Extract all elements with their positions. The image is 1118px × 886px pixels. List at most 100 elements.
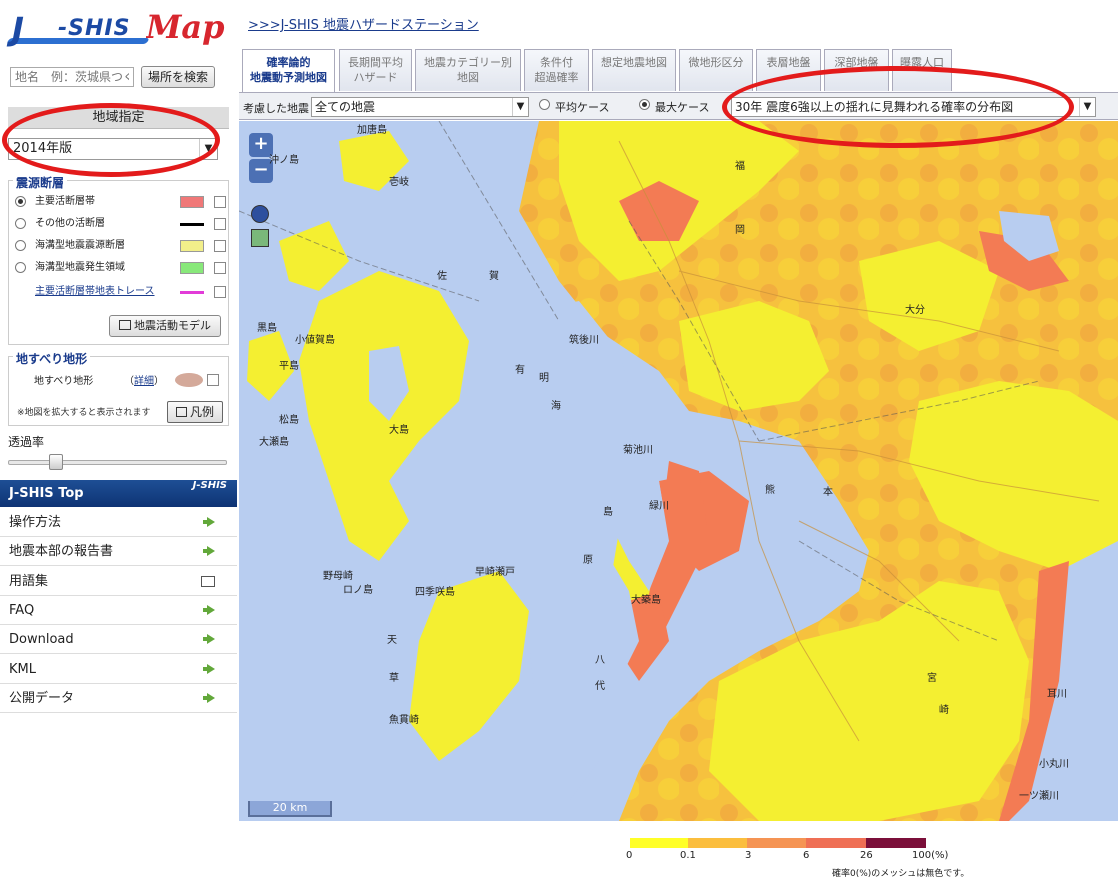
tab-label-line1: 表層地盤 — [766, 56, 811, 69]
detail-close-paren: ） — [154, 376, 164, 387]
map-place-label: 本 — [823, 487, 833, 498]
fault-swatch — [180, 223, 204, 226]
tab[interactable]: 表層地盤 — [756, 49, 821, 91]
tab-label-line2: 超過確率 — [534, 71, 579, 84]
fault-swatch — [180, 196, 204, 208]
tab[interactable]: 深部地盤 — [824, 49, 889, 91]
landslide-note: ※地図を拡大すると表示されます — [17, 408, 151, 418]
fault-radio[interactable] — [15, 218, 26, 229]
tab-label-line2: ハザード — [353, 71, 398, 84]
fault-radio[interactable] — [15, 262, 26, 273]
tab-label-line1: 確率論的 — [266, 56, 311, 69]
menu-item[interactable]: 公開データ — [0, 684, 237, 713]
fault-label[interactable]: 主要活断層帯地表トレース — [35, 283, 155, 301]
max-case-radio[interactable] — [639, 99, 650, 110]
jshis-map-logo[interactable]: J -SHIS Map — [6, 8, 232, 50]
version-select[interactable]: 2014年版 ▼ — [8, 138, 218, 160]
seismic-model-button[interactable]: 地震活動モデル — [109, 315, 221, 337]
globe-icon[interactable] — [251, 205, 269, 223]
place-search-button[interactable]: 場所を検索 — [141, 66, 215, 88]
arrow-right-icon — [203, 663, 215, 674]
opacity-label: 透過率 — [8, 435, 45, 449]
detail-open-paren: （ — [124, 376, 134, 387]
fault-radio[interactable] — [15, 196, 26, 207]
tab[interactable]: 長期間平均 ハザード — [339, 49, 412, 91]
map-place-label: ロノ島 — [343, 585, 373, 596]
menu-item[interactable]: FAQ — [0, 596, 237, 625]
seismic-model-label: 地震活動モデル — [134, 319, 211, 332]
menu-item[interactable]: Download — [0, 625, 237, 655]
refresh-icon[interactable] — [251, 229, 269, 247]
legend-button[interactable]: 凡例 — [167, 401, 223, 423]
opacity-slider-thumb[interactable] — [49, 454, 63, 470]
model-icon — [119, 320, 131, 330]
landslide-panel: 地すべり地形 地すべり地形 （詳細） ※地図を拡大すると表示されます 凡例 — [8, 350, 229, 426]
map-place-label: 魚貫崎 — [389, 715, 419, 726]
map-place-label: 沖ノ島 — [269, 155, 299, 166]
landslide-swatch — [175, 373, 203, 387]
landslide-panel-title: 地すべり地形 — [13, 350, 91, 367]
map-place-label: 小丸川 — [1039, 759, 1069, 770]
tab[interactable]: 微地形区分 — [679, 49, 753, 91]
legend-note: 確率0(%)のメッシュは無色です。 — [832, 869, 970, 879]
menu-item[interactable]: KML — [0, 655, 237, 684]
map-place-label: 代 — [595, 681, 605, 692]
hazard-map[interactable]: + − 20 km 加唐島 沖ノ島 壱岐 小値賀島 黒島 平島 松島 大瀬島 大島 野母崎 ロノ島四… — [239, 121, 1118, 821]
map-type-select[interactable]: 30年 震度6強以上の揺れに見舞われる確率の分布図 ▼ — [731, 97, 1096, 117]
tab[interactable]: 確率論的 地震動予測地図 — [242, 49, 335, 92]
tab[interactable]: 条件付 超過確率 — [524, 49, 589, 91]
fault-row[interactable]: 主要活断層帯 — [15, 193, 227, 211]
map-place-label: 有 — [515, 365, 525, 376]
fault-row[interactable]: 主要活断層帯地表トレース — [15, 283, 227, 301]
fault-swatch — [180, 262, 204, 274]
tab-label-line1: 想定地震地図 — [601, 56, 667, 69]
fault-row[interactable]: その他の活断層 — [15, 215, 227, 233]
fault-checkbox[interactable] — [214, 262, 226, 274]
tab-label-line1: 微地形区分 — [688, 56, 744, 69]
logo-shis: -SHIS — [58, 16, 131, 41]
map-place-label: 宮 — [927, 673, 937, 684]
fault-label: 主要活断層帯 — [35, 196, 95, 207]
hazard-station-link[interactable]: >>>J-SHIS 地震ハザードステーション — [248, 14, 479, 33]
considered-earthquakes-select[interactable]: 全ての地震 ▼ — [311, 97, 529, 117]
legend-color-step — [630, 838, 688, 848]
place-search-input[interactable] — [10, 67, 134, 87]
considered-earthquakes-value: 全ての地震 — [315, 100, 376, 114]
map-place-label: 賀 — [489, 271, 499, 282]
map-place-label: 壱岐 — [389, 177, 409, 188]
chevron-down-icon: ▼ — [1079, 98, 1095, 116]
map-place-label: 筑後川 — [569, 335, 599, 346]
map-place-label: 天 — [387, 635, 397, 646]
jshis-mini-logo: J-SHIS — [192, 480, 227, 491]
fault-checkbox[interactable] — [214, 286, 226, 298]
map-place-label: 福 — [735, 161, 745, 172]
fault-checkbox[interactable] — [214, 240, 226, 252]
fault-radio[interactable] — [15, 240, 26, 251]
jshis-top-header[interactable]: J-SHIS Top J-SHIS — [0, 480, 237, 507]
map-place-label: 八 — [595, 655, 605, 666]
fault-checkbox[interactable] — [214, 196, 226, 208]
legend-tick-label: 3 — [745, 850, 752, 861]
tab[interactable]: 曝露人口 — [892, 49, 952, 91]
average-case-radio[interactable] — [539, 99, 550, 110]
tab-label-line1: 条件付 — [540, 56, 573, 69]
fault-row[interactable]: 海溝型地震震源断層 — [15, 237, 227, 255]
map-place-label: 大築島 — [631, 595, 661, 606]
tab[interactable]: 想定地震地図 — [592, 49, 676, 91]
opacity-slider-track[interactable] — [8, 460, 227, 465]
tab-label-line1: 長期間平均 — [348, 56, 403, 69]
fault-row[interactable]: 海溝型地震発生領域 — [15, 259, 227, 277]
menu-item[interactable]: 用語集 — [0, 567, 237, 596]
menu-item[interactable]: 地震本部の報告書 — [0, 537, 237, 567]
map-place-label: 四季咲島 — [415, 587, 455, 598]
menu-item[interactable]: 操作方法 — [0, 508, 237, 537]
menu-item-label: 操作方法 — [9, 515, 62, 530]
landslide-checkbox[interactable] — [207, 374, 219, 386]
app-root: J -SHIS Map >>>J-SHIS 地震ハザードステーション 場所を検索… — [0, 0, 1118, 886]
map-place-label: 黒島 — [257, 323, 277, 334]
fault-checkbox[interactable] — [214, 218, 226, 230]
tab[interactable]: 地震カテゴリー別 地図 — [415, 49, 521, 91]
landslide-label: 地すべり地形 — [34, 376, 94, 387]
landslide-detail-link[interactable]: 詳細 — [134, 376, 154, 387]
scale-bar: 20 km — [248, 801, 332, 817]
